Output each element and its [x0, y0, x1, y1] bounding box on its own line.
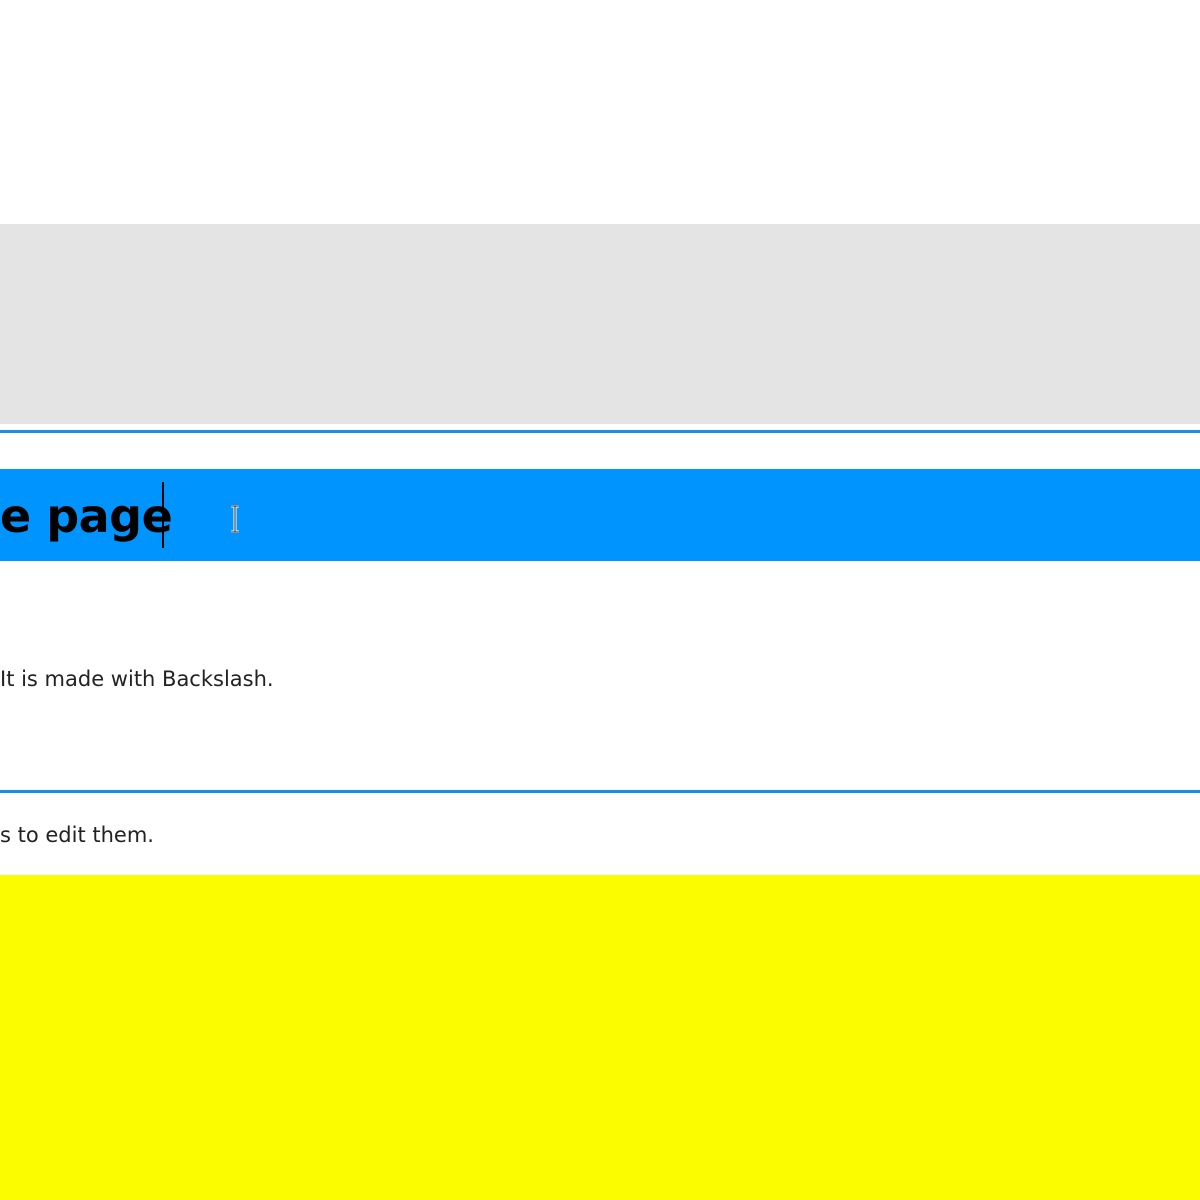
page-canvas: e page It is made with Backslash. s to e… [0, 0, 1200, 1200]
page-heading[interactable]: e page [0, 486, 173, 546]
body-paragraph[interactable]: It is made with Backslash. [0, 665, 274, 693]
text-caret [162, 482, 164, 548]
selected-block-top-border [0, 430, 1200, 433]
gray-image-placeholder-section[interactable] [0, 224, 1200, 424]
yellow-content-section[interactable] [0, 875, 1200, 1200]
hint-paragraph[interactable]: s to edit them. [0, 821, 154, 849]
text-ibeam-cursor-icon [231, 505, 239, 533]
heading-highlight-band[interactable] [0, 469, 1200, 561]
selected-block-bottom-border [0, 790, 1200, 793]
